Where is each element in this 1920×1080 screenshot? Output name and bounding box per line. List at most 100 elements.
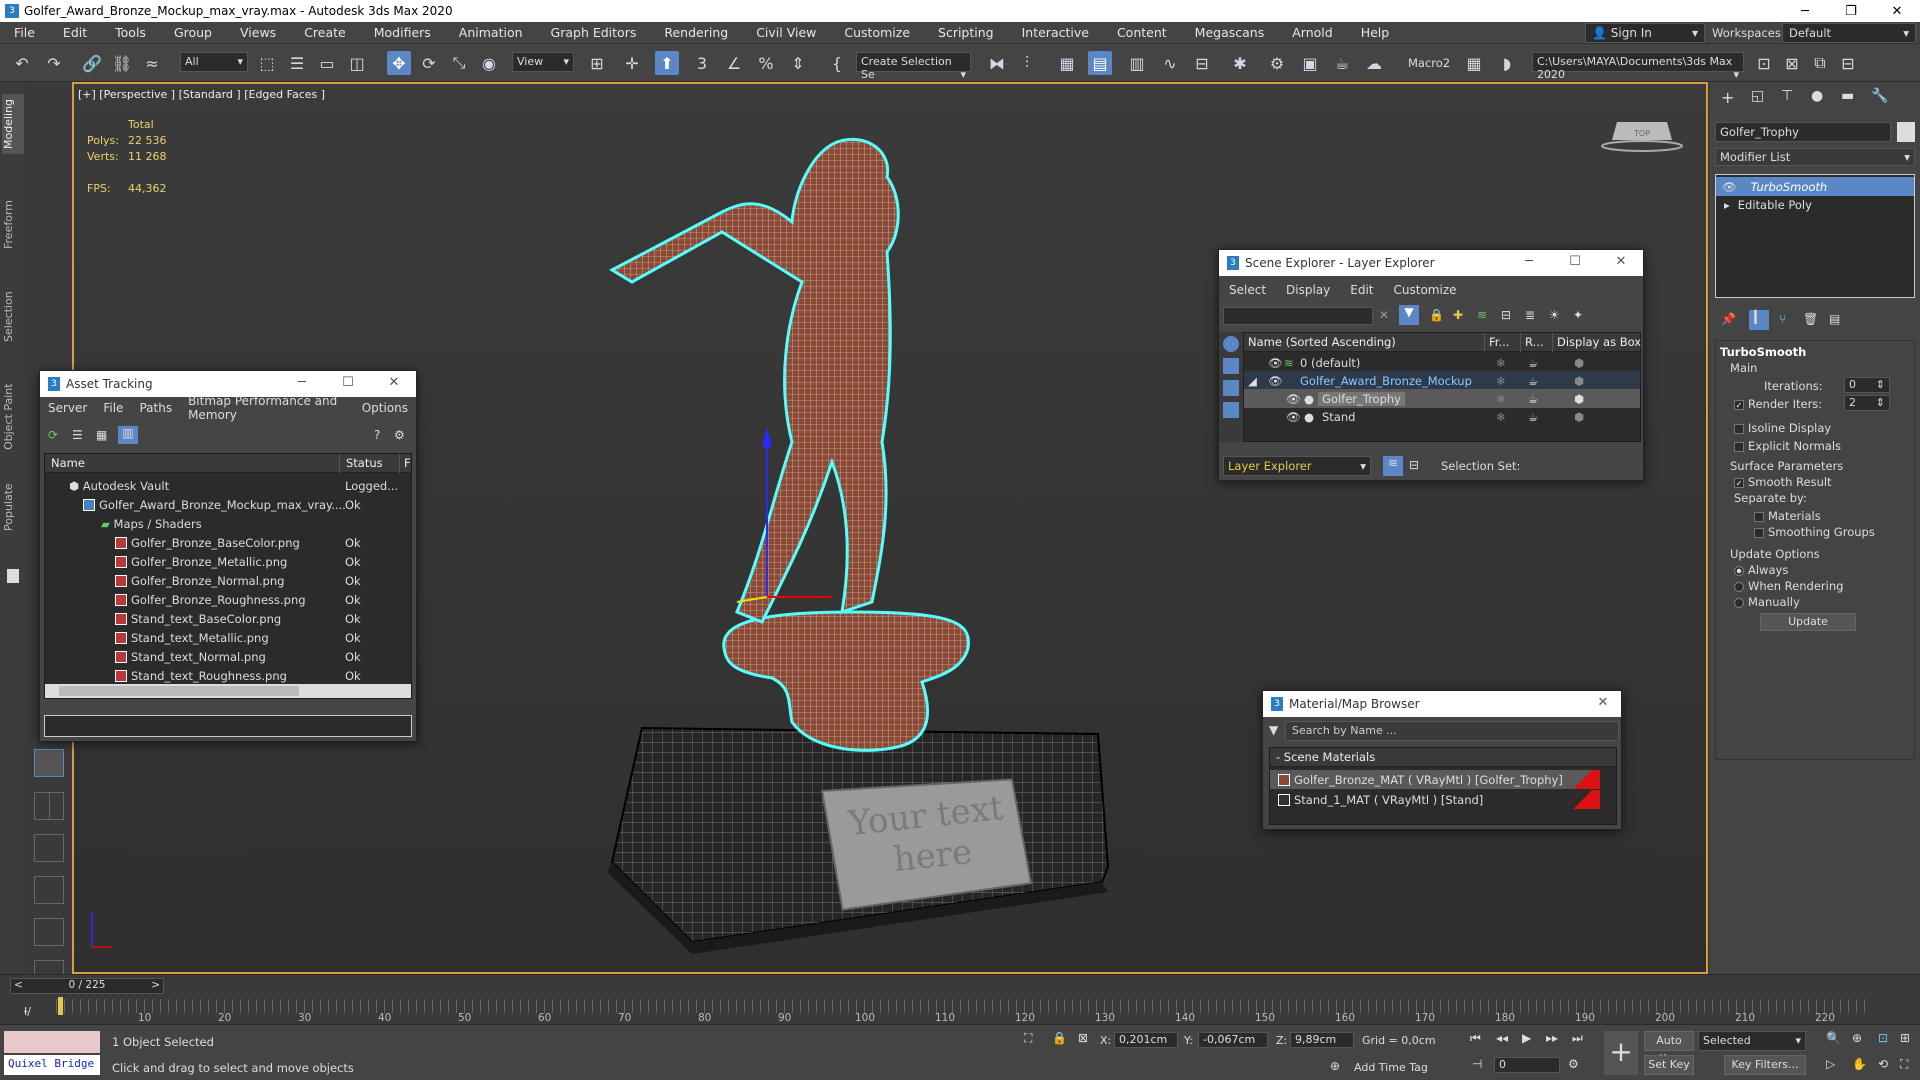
motion-tab-icon[interactable]: ● — [1811, 88, 1823, 104]
scene-explorer-titlebar[interactable]: 3 Scene Explorer - Layer Explorer ─ ☐ ✕ — [1219, 250, 1643, 276]
layer-row[interactable]: ◢ 👁 Golfer_Award_Bronze_Mockup ❄ ☕ ⬢ — [1244, 371, 1640, 390]
layout-single-icon[interactable] — [34, 749, 64, 777]
scene-explorer-icon[interactable]: ▦ — [1055, 51, 1079, 75]
y-coord-field[interactable]: -0,067cm — [1198, 1032, 1268, 1048]
table-row[interactable]: Stand_text_Roughness.png Ok — [45, 666, 411, 685]
macro-label[interactable]: Macro2 — [1408, 56, 1450, 70]
menu-file[interactable]: File — [0, 25, 49, 40]
scale-icon[interactable]: ⤡ — [447, 51, 471, 75]
freeze-icon[interactable]: ❄ — [1496, 392, 1506, 406]
export-icon[interactable]: ⧉ — [1808, 51, 1832, 75]
ribbon-toggle-icon[interactable] — [7, 569, 19, 583]
render-cloud-icon[interactable]: ☁ — [1362, 51, 1386, 75]
col-name[interactable]: Name — [51, 456, 85, 470]
maximize-button[interactable]: ❐ — [1828, 0, 1874, 22]
menu-megascans[interactable]: Megascans — [1181, 25, 1279, 40]
prev-key-icon[interactable]: ◂◂ — [1496, 1031, 1508, 1045]
render-frame-icon[interactable]: ▣ — [1298, 51, 1322, 75]
close-button[interactable]: ✕ — [1874, 0, 1920, 22]
box-toggle-icon[interactable]: ⬢ — [1574, 374, 1584, 388]
box-toggle-icon[interactable]: ⬢ — [1574, 356, 1584, 370]
layout-four-icon[interactable] — [34, 876, 64, 904]
render-toggle-icon[interactable]: ☕ — [1528, 392, 1538, 406]
tab-freeform[interactable]: Freeform — [2, 190, 24, 260]
set-key-big-button[interactable]: + — [1604, 1031, 1638, 1075]
current-frame-field[interactable]: 0 — [1494, 1057, 1560, 1073]
align-icon[interactable]: ⫶ — [1015, 51, 1039, 75]
key-set-dropdown[interactable]: Selected ▾ — [1698, 1031, 1806, 1051]
menu-arnold[interactable]: Arnold — [1278, 25, 1346, 40]
z-coord-field[interactable]: 9,89cm — [1290, 1032, 1354, 1048]
hierarchy-tab-icon[interactable]: ⊤ — [1781, 88, 1793, 104]
menu-views[interactable]: Views — [226, 25, 290, 40]
zoom-icon[interactable]: 🔍 — [1826, 1031, 1841, 1045]
selection-filter-dropdown[interactable]: All ▾ — [180, 52, 248, 72]
prev-frame-icon[interactable]: < — [14, 979, 23, 991]
show-end-result-icon[interactable]: ▎ — [1749, 310, 1769, 330]
utilities-tab-icon[interactable]: 🔧 — [1871, 88, 1888, 104]
table-row[interactable]: Golfer_Bronze_BaseColor.png Ok — [45, 533, 411, 552]
maxscript-listener[interactable] — [4, 1031, 100, 1053]
keyboard-shortcut-icon[interactable]: ⬆ — [655, 51, 679, 75]
quixel-bridge-button[interactable]: Quixel Bridge — [4, 1055, 100, 1075]
save-scene-icon[interactable]: ⊠ — [1780, 51, 1804, 75]
grid-view-icon[interactable]: ▥ — [118, 426, 138, 444]
maximize-button[interactable]: ☐ — [338, 375, 358, 390]
table-row[interactable]: ▰ Maps / Shaders — [45, 514, 411, 533]
window-crossing-icon[interactable]: ◫ — [345, 51, 369, 75]
current-frame-marker[interactable] — [58, 997, 63, 1015]
layout-icon[interactable]: ⊟ — [1836, 51, 1860, 75]
project-path-dropdown[interactable]: C:\Users\MAYA\Documents\3ds Max 2020 ▾ — [1532, 52, 1744, 81]
menu-interactive[interactable]: Interactive — [1008, 25, 1103, 40]
grid-icon[interactable]: ▦ — [1462, 51, 1486, 75]
minimize-button[interactable]: ─ — [292, 375, 312, 390]
materials-checkbox[interactable] — [1754, 511, 1764, 522]
select-by-name-icon[interactable]: ☰ — [285, 51, 309, 75]
col-freeze[interactable]: Fr... — [1484, 332, 1509, 352]
redo-icon[interactable]: ↷ — [42, 51, 66, 75]
se-menu-customize[interactable]: Customize — [1384, 283, 1467, 297]
selection-lock-icon[interactable]: 🔒 — [1052, 1031, 1067, 1045]
at-menu-bitmap[interactable]: Bitmap Performance and Memory — [180, 394, 354, 422]
schematic-view-icon[interactable]: ⊟ — [1190, 51, 1214, 75]
minimize-button[interactable]: ─ — [1782, 0, 1828, 22]
manually-radio[interactable] — [1734, 597, 1744, 608]
move-icon[interactable]: ✥ — [387, 51, 411, 75]
stack-icon[interactable]: ≣ — [1525, 308, 1535, 322]
zoom-extents-icon[interactable]: ⊡ — [1878, 1031, 1888, 1045]
table-row[interactable]: Stand_text_Normal.png Ok — [45, 647, 411, 666]
layer-mode-icon[interactable]: ≋ — [1383, 456, 1403, 476]
set-key-button[interactable]: Set Key — [1644, 1055, 1694, 1075]
pivot-center-icon[interactable]: ⊞ — [585, 51, 609, 75]
smooth-result-checkbox[interactable]: ✓ — [1734, 477, 1744, 488]
spinner-arrows-icon[interactable]: ⇕ — [1876, 378, 1885, 392]
table-row[interactable]: Golfer_Bronze_Roughness.png Ok — [45, 590, 411, 609]
layout-custom-icon[interactable] — [34, 918, 64, 946]
eye-icon[interactable]: 👁 — [1268, 356, 1283, 370]
new-layer-icon[interactable]: ✚ — [1453, 308, 1463, 322]
modifier-list-dropdown[interactable]: Modifier List ▾ — [1715, 148, 1915, 166]
menu-customize[interactable]: Customize — [830, 25, 924, 40]
project-folder-icon[interactable]: ⊡ — [1752, 51, 1776, 75]
material-item[interactable]: Stand_1_MAT ( VRayMtl ) [Stand] — [1270, 790, 1600, 809]
light-icon[interactable]: ☀ — [1549, 308, 1560, 322]
eye-icon[interactable]: 👁 — [1286, 392, 1301, 406]
select-manipulate-icon[interactable]: ✛ — [620, 51, 644, 75]
ref-coord-dropdown[interactable]: View ▾ — [512, 52, 574, 72]
pan-icon[interactable]: ✋ — [1852, 1057, 1867, 1071]
tab-selection[interactable]: Selection — [2, 282, 24, 352]
edit-named-sel-icon[interactable]: { — [825, 51, 849, 75]
placement-icon[interactable]: ◉ — [477, 51, 501, 75]
goto-end-icon[interactable]: ⏭ — [1572, 1031, 1583, 1046]
smoothing-groups-checkbox[interactable] — [1754, 527, 1764, 538]
close-button[interactable]: ✕ — [384, 375, 404, 390]
menu-animation[interactable]: Animation — [445, 25, 537, 40]
filter-icon[interactable]: ▼ — [1399, 305, 1419, 325]
configure-sets-icon[interactable]: ▤ — [1829, 312, 1840, 326]
next-key-icon[interactable]: ▸▸ — [1546, 1031, 1558, 1045]
layer-row[interactable]: 👁 ● Stand ❄ ☕ ⬢ — [1244, 407, 1640, 426]
pin-stack-icon[interactable]: 📌 — [1721, 312, 1736, 326]
table-row[interactable]: ⬢ Autodesk Vault Logged... — [45, 476, 411, 495]
render-toggle-icon[interactable]: ☕ — [1528, 374, 1538, 388]
minimize-button[interactable]: ─ — [1519, 254, 1539, 269]
